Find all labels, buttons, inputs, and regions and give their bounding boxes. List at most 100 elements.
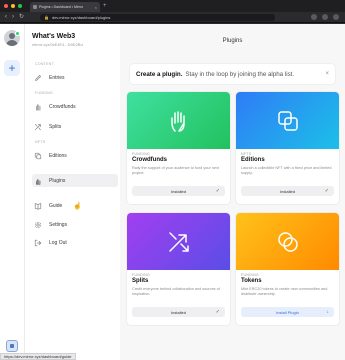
button-label: Installed bbox=[280, 188, 295, 194]
card-description: Mint ERC20 tokens to create new communit… bbox=[241, 287, 328, 296]
mouse-cursor-icon: ☝ bbox=[73, 203, 82, 210]
installed-button[interactable]: Installed ✓ bbox=[132, 307, 225, 317]
check-icon: ✓ bbox=[215, 309, 220, 315]
section-label-nfts: NFTS bbox=[35, 140, 46, 144]
pencil-icon bbox=[34, 74, 42, 82]
card-description: Credit everyone behind collaboration and… bbox=[132, 287, 220, 296]
plugin-card-editions: NFTS Editions Launch a collectible NFT w… bbox=[236, 92, 339, 204]
sidebar-item-settings[interactable]: Settings bbox=[32, 218, 118, 231]
close-tab-icon[interactable]: × bbox=[95, 5, 97, 10]
check-icon: ✓ bbox=[324, 188, 329, 194]
card-name: Tokens bbox=[241, 278, 262, 284]
card-art bbox=[127, 92, 230, 149]
sidebar-item-plugins[interactable]: Plugins bbox=[32, 174, 118, 187]
maximize-window-button[interactable] bbox=[18, 4, 22, 8]
browser-toolbar: ‹ › ↻ 🔒 dev.mirror.xyz/dashboard/plugins bbox=[0, 12, 345, 23]
close-icon[interactable]: × bbox=[325, 70, 329, 78]
status-bar-url: https://dev.mirror.xyz/dashboard/guide bbox=[0, 353, 76, 360]
new-tab-button[interactable]: + bbox=[103, 2, 107, 10]
page-title: Plugins bbox=[222, 38, 243, 44]
extension-icon[interactable] bbox=[311, 14, 317, 20]
card-tag: FUNDING bbox=[132, 273, 151, 277]
sidebar-item-splits[interactable]: Splits bbox=[32, 120, 118, 133]
window-controls bbox=[4, 4, 22, 8]
button-label: Installed bbox=[171, 188, 186, 194]
sidebar-item-label: Editions bbox=[49, 152, 67, 159]
publication-address: mirror.xyz/0xE4F4...D9D2Bd bbox=[32, 42, 83, 47]
section-label-content: CONTENT bbox=[35, 62, 55, 66]
browser-tab-plugins[interactable]: Plugins • Dashboard • Mirror × bbox=[30, 2, 100, 12]
layers-icon bbox=[34, 152, 42, 160]
sidebar-item-entries[interactable]: Entries bbox=[32, 71, 118, 84]
banner-text: Stay in the loop by joining the alpha li… bbox=[185, 70, 295, 78]
card-description: Launch a collectible NFT with a fixed pr… bbox=[241, 166, 332, 175]
card-name: Splits bbox=[132, 278, 149, 284]
main-content: Plugins Create a plugin. Stay in the loo… bbox=[120, 24, 345, 360]
back-button[interactable]: ‹ bbox=[5, 14, 7, 21]
sidebar-item-label: Guide bbox=[49, 202, 63, 209]
section-label-funding: FUNDING bbox=[35, 91, 54, 95]
sidebar-item-label: Splits bbox=[49, 123, 62, 130]
sidebar-item-logout[interactable]: Log Out bbox=[32, 236, 118, 249]
puzzle-hand-icon bbox=[34, 177, 42, 185]
wallet-icon[interactable] bbox=[6, 340, 18, 352]
coins-icon bbox=[277, 231, 298, 252]
forward-button[interactable]: › bbox=[12, 14, 14, 21]
card-art bbox=[127, 213, 230, 270]
plugin-card-splits: FUNDING Splits Credit everyone behind co… bbox=[127, 213, 230, 325]
card-art bbox=[236, 213, 339, 270]
gear-icon bbox=[34, 221, 42, 229]
lock-icon: 🔒 bbox=[44, 15, 49, 20]
card-name: Editions bbox=[241, 157, 265, 163]
installed-button[interactable]: Installed ✓ bbox=[241, 186, 334, 196]
check-icon: ✓ bbox=[215, 188, 220, 194]
minimize-window-button[interactable] bbox=[11, 4, 15, 8]
card-tag: FUNDING bbox=[241, 273, 260, 277]
download-icon: ↓ bbox=[326, 309, 330, 315]
book-icon bbox=[34, 202, 42, 210]
hand-icon bbox=[34, 103, 42, 111]
sidebar-item-label: Log Out bbox=[49, 239, 67, 246]
publication-name: What's Web3 bbox=[32, 33, 76, 40]
button-label: Installed bbox=[171, 309, 186, 315]
sidebar-item-crowdfunds[interactable]: Crowdfunds bbox=[32, 100, 118, 113]
publication-rail: + bbox=[0, 24, 25, 360]
split-arrows-icon bbox=[168, 231, 189, 252]
split-arrows-icon bbox=[34, 123, 42, 131]
card-tag: NFTS bbox=[241, 152, 252, 156]
sidebar-item-label: Entries bbox=[49, 74, 65, 81]
install-plugin-button[interactable]: Install Plugin ↓ bbox=[241, 307, 334, 317]
add-publication-button[interactable]: + bbox=[4, 60, 20, 76]
sidebar: What's Web3 mirror.xyz/0xE4F4...D9D2Bd C… bbox=[25, 24, 120, 360]
browser-nav-buttons: ‹ › ↻ bbox=[5, 14, 24, 21]
card-description: Rally the support of your audience to fu… bbox=[132, 166, 219, 175]
layers-icon bbox=[277, 110, 298, 131]
plugin-card-crowdfunds: FUNDING Crowdfunds Rally the support of … bbox=[127, 92, 230, 204]
card-art bbox=[236, 92, 339, 149]
address-text: dev.mirror.xyz/dashboard/plugins bbox=[51, 15, 111, 20]
tab-title: Plugins • Dashboard • Mirror bbox=[39, 5, 84, 9]
installed-button[interactable]: Installed ✓ bbox=[132, 186, 225, 196]
extension-icons bbox=[311, 14, 339, 20]
profile-icon[interactable] bbox=[333, 14, 339, 20]
sidebar-item-label: Settings bbox=[49, 221, 68, 228]
banner-title: Create a plugin. bbox=[136, 70, 183, 78]
address-bar[interactable]: 🔒 dev.mirror.xyz/dashboard/plugins bbox=[40, 14, 275, 21]
plugin-card-tokens: FUNDING Tokens Mint ERC20 tokens to crea… bbox=[236, 213, 339, 325]
reload-button[interactable]: ↻ bbox=[19, 14, 24, 21]
online-status-dot bbox=[15, 31, 20, 36]
logout-icon bbox=[34, 239, 42, 247]
sidebar-item-label: Plugins bbox=[49, 177, 66, 184]
button-label: Install Plugin bbox=[276, 309, 299, 315]
sidebar-item-label: Crowdfunds bbox=[49, 103, 76, 110]
card-name: Crowdfunds bbox=[132, 157, 167, 163]
browser-tab-strip: Plugins • Dashboard • Mirror × + bbox=[0, 0, 345, 12]
mirror-favicon-icon bbox=[33, 5, 37, 9]
sidebar-item-editions[interactable]: Editions bbox=[32, 149, 118, 162]
create-plugin-banner[interactable]: Create a plugin. Stay in the loop by joi… bbox=[130, 64, 335, 84]
close-window-button[interactable] bbox=[4, 4, 8, 8]
hand-icon bbox=[170, 110, 185, 132]
mirror-dashboard: + What's Web3 mirror.xyz/0xE4F4...D9D2Bd… bbox=[0, 24, 345, 360]
avatar-body-icon bbox=[6, 40, 18, 46]
extension-icon[interactable] bbox=[322, 14, 328, 20]
